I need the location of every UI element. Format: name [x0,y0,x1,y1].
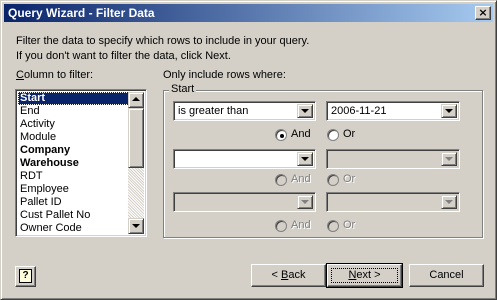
column-list-items: Start End Activity Module Company Warehouse RD… [18,92,131,235]
or-radio-3-label: Or [343,219,356,231]
value-select-2-dropdown[interactable] [441,152,457,166]
column-list-item[interactable]: Owner Code [18,222,131,235]
operator-select-1-value: is greater than [178,105,249,117]
column-filter-label: Column to filter: [16,69,93,81]
scroll-up-button[interactable] [128,92,144,108]
back-button[interactable]: < Back [251,264,326,287]
column-list-item[interactable]: Pallet ID [18,196,131,209]
intro-text: Filter the data to specify which rows to… [16,34,309,64]
scroll-down-button[interactable] [128,218,144,234]
column-list-item[interactable]: Module [18,131,131,144]
or-radio-2-label: Or [343,173,356,185]
chevron-down-icon [445,157,453,161]
and-radio-3-label: And [291,219,311,231]
close-button[interactable]: × [475,6,491,20]
column-list-item[interactable]: Cust Pallet No [18,209,131,222]
column-list-item[interactable]: Start [18,92,131,105]
operator-select-1[interactable]: is greater than [173,101,316,121]
intro-line-2: If you don't want to filter the data, cl… [16,50,231,62]
operator-select-3-dropdown[interactable] [297,195,313,209]
next-button-rest: ext > [356,269,381,281]
value-select-2[interactable] [326,149,460,169]
value-select-1[interactable]: 2006-11-21 [326,101,460,121]
next-button[interactable]: Next > [326,263,403,288]
column-list-scrollbar[interactable] [128,92,144,234]
back-button-label: < Back [272,269,306,281]
and-radio-2-label: And [291,173,311,185]
column-list[interactable]: Start End Activity Module Company Warehouse RD… [15,89,147,237]
and-radio-1-label: And [291,128,311,140]
chevron-down-icon [301,109,309,113]
column-list-item[interactable]: Employee [18,183,131,196]
operator-select-3[interactable] [173,192,316,212]
query-wizard-dialog: Query Wizard - Filter Data × Filter the … [0,0,497,300]
radio-selected-dot [280,134,284,138]
intro-line-1: Filter the data to specify which rows to… [16,35,310,47]
arrow-down-icon [132,224,140,228]
chevron-down-icon [301,200,309,204]
column-list-item[interactable]: Company [18,144,131,157]
cancel-button-label: Cancel [429,269,464,281]
column-filter-label-rest: olumn to filter: [23,69,94,81]
back-button-rest: ack [288,269,306,281]
chevron-down-icon [301,157,309,161]
column-list-item[interactable]: End [18,105,131,118]
scroll-thumb[interactable] [128,108,144,168]
column-list-item[interactable]: Activity [18,118,131,131]
column-list-item[interactable]: Warehouse [18,157,131,170]
close-icon: × [478,6,488,19]
value-select-3[interactable] [326,192,460,212]
column-list-item[interactable]: RDT [18,170,131,183]
window-title: Query Wizard - Filter Data [8,6,155,20]
column-filter-label-accel: C [16,69,24,81]
or-radio-1-label: Or [343,128,356,140]
operator-select-2-dropdown[interactable] [297,152,313,166]
chevron-down-icon [445,109,453,113]
and-radio-2-circle [275,174,287,186]
or-radio-2-circle [327,174,339,186]
next-button-label: Next > [348,269,380,281]
operator-select-1-dropdown[interactable] [297,104,313,118]
criteria-group-title: Start [169,83,197,95]
or-radio-3-circle [327,220,339,232]
help-button[interactable]: ? [15,266,36,287]
or-radio-1-circle [327,129,339,141]
cancel-button[interactable]: Cancel [409,264,484,287]
operator-select-2[interactable] [173,149,316,169]
value-select-1-value: 2006-11-21 [331,105,387,117]
chevron-down-icon [445,200,453,204]
arrow-up-icon [132,97,140,101]
criteria-label: Only include rows where: [163,69,286,81]
value-select-1-dropdown[interactable] [441,104,457,118]
title-bar[interactable]: Query Wizard - Filter Data × [4,4,493,22]
value-select-3-dropdown[interactable] [441,195,457,209]
and-radio-1-circle [275,129,287,141]
back-button-prefix: < [271,269,281,281]
help-icon: ? [19,269,32,283]
and-radio-3-circle [275,220,287,232]
